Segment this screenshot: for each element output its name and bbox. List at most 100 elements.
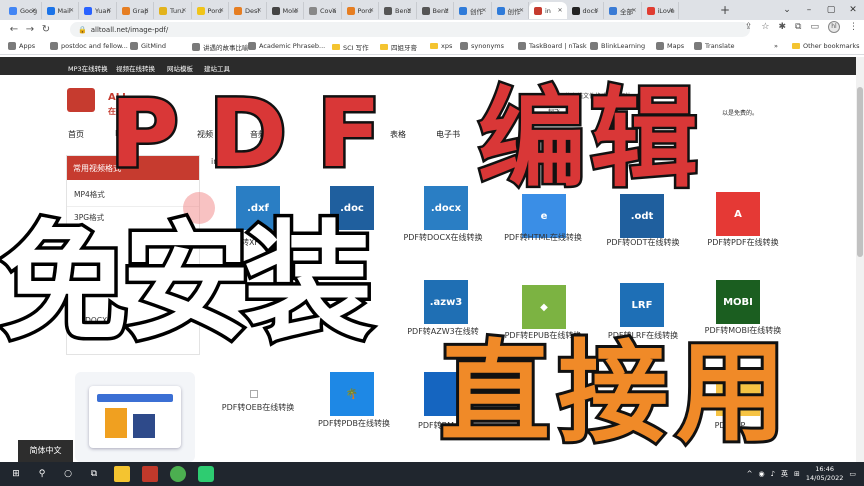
other-bookmarks[interactable]: Other bookmarks [792, 42, 860, 50]
tab-close-icon[interactable]: ✕ [594, 7, 599, 14]
minimize-icon[interactable]: – [798, 0, 820, 20]
tab-close-icon[interactable]: ✕ [69, 7, 74, 14]
tool-label-3[interactable]: PDF转HTML在线转换 [498, 232, 588, 243]
tab-close-icon[interactable]: ✕ [144, 7, 149, 14]
new-tab-icon[interactable]: + [720, 3, 730, 17]
tool-label-11[interactable]: PDF转PDB在线转换 [306, 418, 402, 429]
notification-icon[interactable]: ▭ [849, 470, 856, 478]
bookmark-2[interactable]: GitMind [130, 42, 166, 50]
app-icon[interactable] [142, 466, 158, 482]
file-explorer-icon[interactable] [114, 466, 130, 482]
bookmark-3[interactable]: 讲遇的故事比喻 [192, 42, 249, 52]
tab-close-icon[interactable]: ✕ [444, 7, 449, 14]
tool-icon-8[interactable]: LRF [620, 283, 664, 327]
cortana-icon[interactable]: ○ [60, 466, 76, 482]
maximize-icon[interactable]: ▢ [820, 0, 842, 20]
tab-1[interactable]: Mail ✕ [42, 2, 79, 19]
tab-3[interactable]: Grap ✕ [117, 2, 154, 19]
promo-card-image[interactable] [75, 372, 195, 462]
tab-17[interactable]: iLove ✕ [642, 2, 679, 19]
tab-14[interactable]: in ✕ [529, 2, 567, 19]
tab-close-icon[interactable]: ✕ [406, 7, 411, 14]
clock[interactable]: 16:46 14/05/2022 [806, 465, 843, 483]
share-icon[interactable]: ⇪ [745, 22, 753, 32]
tool-icon-10[interactable] [250, 390, 258, 398]
bookmark-5[interactable]: SCI 写作 [332, 42, 369, 52]
tab-close-icon[interactable]: ✕ [294, 7, 299, 14]
tab-5[interactable]: Poro ✕ [192, 2, 229, 19]
bookmarks-overflow-icon[interactable]: » [774, 42, 778, 50]
bookmark-10[interactable]: BlinkLearning [590, 42, 645, 50]
network-icon[interactable]: ◉ [758, 470, 764, 478]
close-window-icon[interactable]: ✕ [842, 0, 864, 20]
bookmark-9[interactable]: TaskBoard | nTask [518, 42, 587, 50]
tab-9[interactable]: Poro ✕ [342, 2, 379, 19]
tab-6[interactable]: Desi ✕ [229, 2, 267, 19]
tool-label-5[interactable]: PDF转PDF在线转换 [698, 237, 788, 248]
sidebar-icon[interactable]: ▭ [810, 22, 819, 32]
bookmark-11[interactable]: Maps [656, 42, 684, 50]
topnav-mp3[interactable]: MP3在线转换 [68, 63, 108, 73]
bookmark-1[interactable]: postdoc and fellow... [50, 42, 128, 50]
tab-16[interactable]: 全部 ✕ [604, 2, 642, 19]
tool-label-2[interactable]: PDF转DOCX在线转换 [398, 232, 488, 243]
extensions-puzzle-icon[interactable]: ⧉ [795, 22, 801, 32]
tool-icon-5[interactable]: A [716, 192, 760, 236]
tab-15[interactable]: docs ✕ [567, 2, 604, 19]
tab-close-icon[interactable]: ✕ [369, 7, 374, 14]
tab-10[interactable]: Benz ✕ [379, 2, 417, 19]
tab-11[interactable]: Benz ✕ [417, 2, 454, 19]
chrome-icon[interactable] [170, 466, 186, 482]
tab-close-icon[interactable]: ✕ [31, 7, 36, 14]
forward-icon[interactable]: → [22, 24, 38, 35]
tool-label-4[interactable]: PDF转ODT在线转换 [598, 237, 688, 248]
tab-4[interactable]: Turu ✕ [154, 2, 192, 19]
bookmark-12[interactable]: Translate [694, 42, 735, 50]
menu-home[interactable]: 首页 [68, 129, 84, 140]
tool-icon-2[interactable]: .docx [424, 186, 468, 230]
scrollbar-thumb[interactable] [857, 87, 863, 257]
bookmark-4[interactable]: Academic Phraseb... [248, 42, 325, 50]
tray-arrow-icon[interactable]: ^ [747, 470, 753, 478]
tool-icon-7[interactable]: ◆ [522, 285, 566, 329]
topnav-tools[interactable]: 建站工具 [204, 63, 230, 73]
back-icon[interactable]: ← [6, 24, 22, 35]
tab-close-icon[interactable]: ✕ [181, 7, 186, 14]
tab-close-icon[interactable]: ✕ [519, 7, 524, 14]
volume-icon[interactable]: ♪ [771, 470, 775, 478]
tab-8[interactable]: Cova ✕ [304, 2, 342, 19]
search-icon[interactable]: ⚲ [34, 466, 50, 482]
wechat-icon[interactable] [198, 466, 214, 482]
tab-close-icon[interactable]: ✕ [219, 7, 224, 14]
tab-close-icon[interactable]: ✕ [669, 7, 674, 14]
star-icon[interactable]: ☆ [761, 22, 769, 32]
tool-icon-9[interactable]: MOBI [716, 280, 760, 324]
site-logo-icon[interactable] [67, 88, 95, 112]
ime-indicator[interactable]: 英 [781, 469, 788, 479]
tab-close-icon[interactable]: ✕ [106, 7, 111, 14]
tab-close-icon[interactable]: ✕ [557, 7, 562, 14]
topnav-templates[interactable]: 网站模板 [167, 63, 193, 73]
tab-close-icon[interactable]: ✕ [481, 7, 486, 14]
bookmark-7[interactable]: xps [430, 42, 452, 50]
topnav-video[interactable]: 视频在线转换 [116, 63, 155, 73]
tool-icon-11[interactable]: 🌴 [330, 372, 374, 416]
tab-0[interactable]: Goog ✕ [4, 2, 42, 19]
tab-12[interactable]: 创作 ✕ [454, 2, 492, 19]
avatar[interactable]: hl [828, 21, 840, 33]
tab-2[interactable]: Yuan ✕ [79, 2, 117, 19]
tab-close-icon[interactable]: ✕ [631, 7, 636, 14]
tab-close-icon[interactable]: ✕ [331, 7, 336, 14]
extension-icon[interactable]: ✱ [779, 22, 787, 32]
bookmark-6[interactable]: 四姐牙膏 [380, 42, 417, 52]
bookmark-8[interactable]: synonyms [460, 42, 504, 50]
sidebar-item-mp4[interactable]: MP4格式 [74, 189, 105, 200]
ime-mode-icon[interactable]: ⊞ [794, 470, 800, 478]
task-view-icon[interactable]: ⧉ [86, 466, 102, 482]
bookmark-0[interactable]: Apps [8, 42, 35, 50]
tool-label-10[interactable]: PDF转OEB在线转换 [210, 402, 306, 413]
tab-7[interactable]: Mole ✕ [267, 2, 304, 19]
menu-ebook[interactable]: 电子书 [436, 129, 460, 140]
page-scrollbar[interactable] [856, 57, 864, 462]
reload-icon[interactable]: ↻ [38, 24, 54, 35]
